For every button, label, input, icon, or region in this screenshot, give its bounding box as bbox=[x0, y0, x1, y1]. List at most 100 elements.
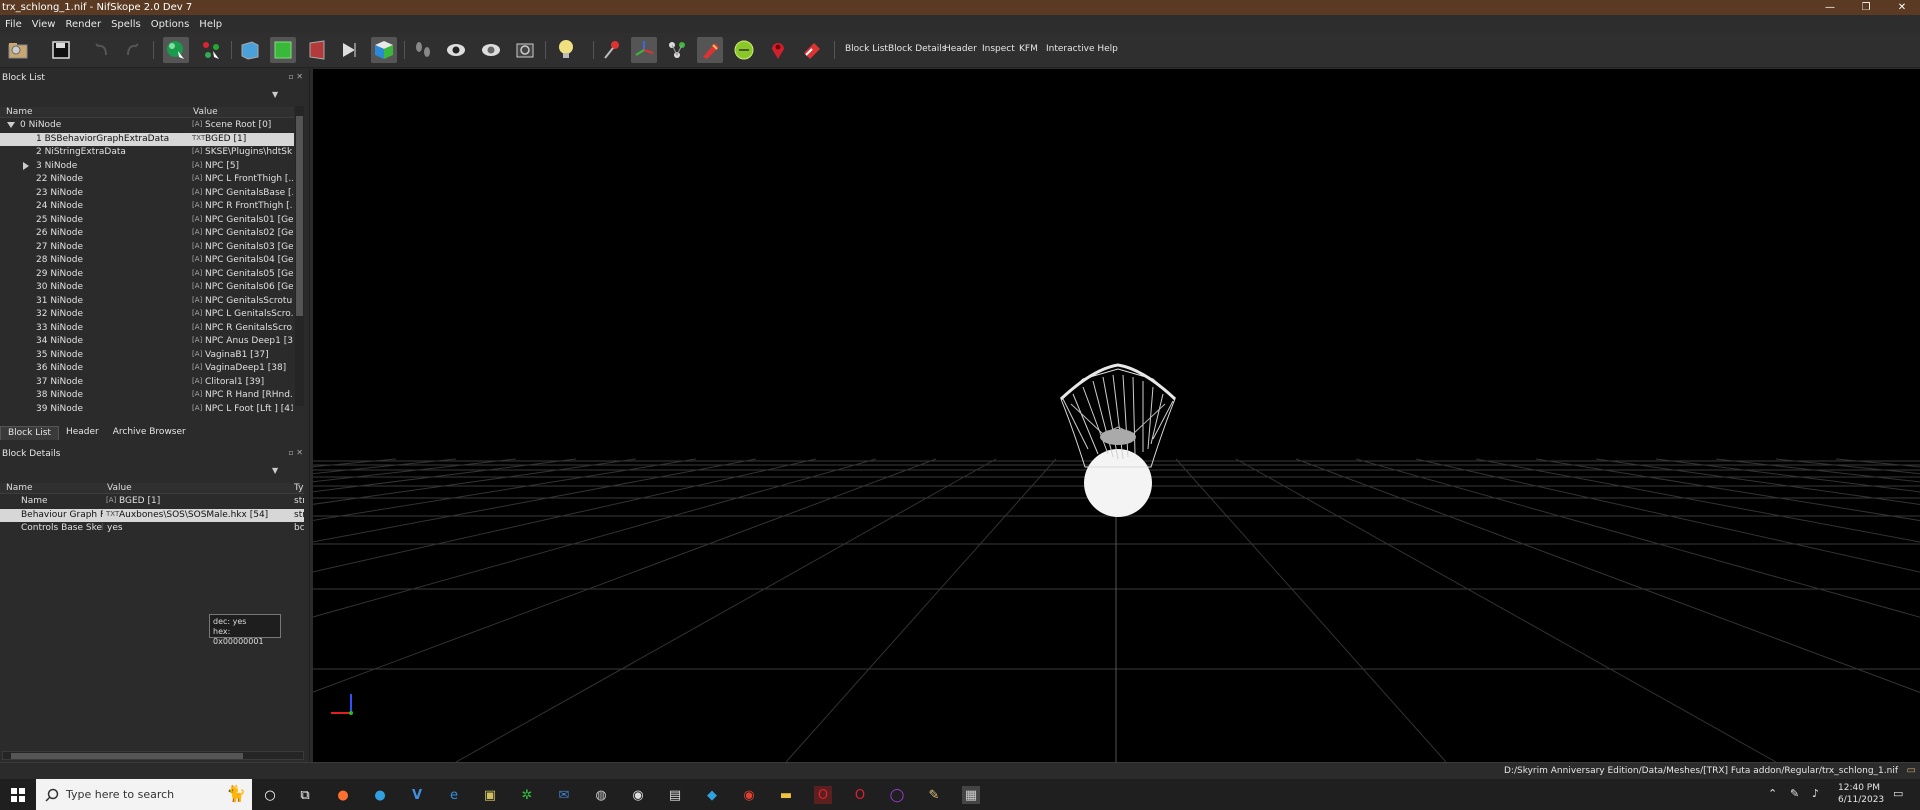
view-top-button[interactable] bbox=[270, 37, 296, 63]
show-hidden-button[interactable] bbox=[443, 37, 469, 63]
toolbar-interactive-help[interactable]: Interactive Help bbox=[1046, 44, 1118, 54]
close-button[interactable]: ✕ bbox=[1884, 0, 1920, 15]
mail-icon[interactable]: ✉ bbox=[555, 786, 573, 804]
nifskope-icon[interactable]: ▦ bbox=[962, 786, 980, 804]
save-button[interactable] bbox=[48, 37, 74, 63]
detail-value[interactable]: yes bbox=[107, 523, 277, 533]
toolbar-kfm[interactable]: KFM bbox=[1019, 44, 1038, 54]
toolbar-inspect[interactable]: Inspect bbox=[982, 44, 1015, 54]
block-list-dock-buttons[interactable]: ▫ ✕ bbox=[288, 72, 303, 81]
block-row[interactable]: 33 NiNode [A] NPC R GenitalsScro... bbox=[0, 322, 294, 336]
block-row[interactable]: 34 NiNode [A] NPC Anus Deep1 [36] bbox=[0, 335, 294, 349]
menu-file[interactable]: File bbox=[0, 19, 27, 30]
block-row[interactable]: 35 NiNode [A] VaginaB1 [37] bbox=[0, 349, 294, 363]
block-row[interactable]: 1 BSBehaviorGraphExtraData TXT BGED [1] bbox=[0, 132, 294, 146]
start-button[interactable] bbox=[9, 786, 27, 804]
block-row[interactable]: 38 NiNode [A] NPC R Hand [RHnd... bbox=[0, 389, 294, 403]
collapsed-arrow-icon[interactable] bbox=[23, 161, 29, 170]
store-icon[interactable]: ▤ bbox=[666, 786, 684, 804]
steam-icon[interactable]: ◉ bbox=[629, 786, 647, 804]
block-row[interactable]: 0 NiNode [A] Scene Root [0] bbox=[0, 119, 294, 133]
block-details-dock-buttons[interactable]: ▫ ✕ bbox=[288, 448, 303, 457]
block-row[interactable]: 24 NiNode [A] NPC R FrontThigh [... bbox=[0, 200, 294, 214]
col-name[interactable]: Name bbox=[6, 107, 33, 117]
minimize-button[interactable]: — bbox=[1812, 0, 1848, 15]
open-file-button[interactable] bbox=[6, 37, 32, 63]
menu-options[interactable]: Options bbox=[146, 19, 195, 30]
menu-spells[interactable]: Spells bbox=[106, 19, 146, 30]
block-row[interactable]: 3 NiNode [A] NPC [5] bbox=[0, 160, 294, 174]
taskbar-search[interactable]: Type here to search 🐈 bbox=[36, 779, 252, 810]
block-row[interactable]: 31 NiNode [A] NPC GenitalsScrotu... bbox=[0, 295, 294, 309]
block-row[interactable]: 27 NiNode [A] NPC Genitals03 [Ge... bbox=[0, 241, 294, 255]
block-row[interactable]: 22 NiNode [A] NPC L FrontThigh [... bbox=[0, 173, 294, 187]
vortex-icon[interactable]: V bbox=[408, 786, 426, 804]
tab-block-list[interactable]: Block List bbox=[0, 426, 59, 440]
view-front-button[interactable] bbox=[236, 37, 262, 63]
task-view-icon[interactable]: ⧉ bbox=[296, 786, 314, 804]
block-list-scrollbar[interactable] bbox=[295, 106, 304, 406]
render-viewport[interactable] bbox=[313, 69, 1920, 762]
block-row[interactable]: 25 NiNode [A] NPC Genitals01 [Ge... bbox=[0, 214, 294, 228]
edge-icon[interactable]: ● bbox=[371, 786, 389, 804]
vpn-icon[interactable]: ◍ bbox=[592, 786, 610, 804]
maximize-button[interactable]: ❐ bbox=[1848, 0, 1884, 15]
tray-expand-icon[interactable]: ⌃ bbox=[1768, 787, 1777, 800]
details-col-name[interactable]: Name bbox=[6, 483, 33, 493]
menu-view[interactable]: View bbox=[27, 19, 61, 30]
show-nodes-button[interactable] bbox=[631, 37, 657, 63]
menu-render[interactable]: Render bbox=[60, 19, 106, 30]
tab-archive-browser[interactable]: Archive Browser bbox=[106, 426, 193, 440]
details-col-value[interactable]: Value bbox=[107, 483, 132, 493]
toolbar-block-list[interactable]: Block List bbox=[845, 44, 888, 54]
chat-icon[interactable]: ◆ bbox=[703, 786, 721, 804]
clock-time[interactable]: 12:40 PM bbox=[1838, 783, 1880, 793]
block-row[interactable]: 36 NiNode [A] VaginaDeep1 [38] bbox=[0, 362, 294, 376]
notifications-icon[interactable]: ▭ bbox=[1893, 787, 1903, 800]
block-row[interactable]: 32 NiNode [A] NPC L GenitalsScro... bbox=[0, 308, 294, 322]
tor-icon[interactable]: ◯ bbox=[888, 786, 906, 804]
xbox-icon[interactable]: ✲ bbox=[518, 786, 536, 804]
creation-kit-icon[interactable]: ✎ bbox=[925, 786, 943, 804]
detail-row[interactable]: Controls Base Skel... yes bc bbox=[0, 522, 304, 536]
tab-header[interactable]: Header bbox=[59, 426, 106, 440]
cortana-icon[interactable]: ○ bbox=[261, 786, 279, 804]
col-value[interactable]: Value bbox=[193, 107, 218, 117]
ie-icon[interactable]: e bbox=[445, 786, 463, 804]
clock-date[interactable]: 6/11/2023 bbox=[1838, 795, 1884, 805]
detail-value[interactable]: BGED [1] bbox=[119, 496, 289, 506]
show-axes-button[interactable] bbox=[599, 37, 625, 63]
block-row[interactable]: 30 NiNode [A] NPC Genitals06 [Ge... bbox=[0, 281, 294, 295]
toolbar-header[interactable]: Header bbox=[944, 44, 977, 54]
block-row[interactable]: 39 NiNode [A] NPC L Foot [Lft ] [41] bbox=[0, 403, 294, 417]
expand-arrow-icon[interactable] bbox=[7, 122, 15, 128]
view-side-button[interactable] bbox=[304, 37, 330, 63]
show-constraints-button[interactable] bbox=[664, 37, 690, 63]
block-row[interactable]: 26 NiNode [A] NPC Genitals02 [Ge... bbox=[0, 227, 294, 241]
lighting-button[interactable] bbox=[553, 37, 579, 63]
details-hscrollbar[interactable] bbox=[2, 751, 304, 760]
block-row[interactable]: 37 NiNode [A] Clitoral1 [39] bbox=[0, 376, 294, 390]
opera-icon[interactable]: O bbox=[851, 786, 869, 804]
menu-help[interactable]: Help bbox=[194, 19, 227, 30]
app-icon[interactable]: ▣ bbox=[481, 786, 499, 804]
detail-row[interactable]: Name [A]BGED [1] str bbox=[0, 495, 304, 509]
firefox-icon[interactable]: ● bbox=[334, 786, 352, 804]
block-row[interactable]: 23 NiNode [A] NPC GenitalsBase [... bbox=[0, 187, 294, 201]
mesh-model[interactable] bbox=[313, 69, 1920, 762]
show-furniture-button[interactable] bbox=[765, 37, 791, 63]
network-icon[interactable]: ✎ bbox=[1790, 787, 1799, 800]
details-col-type[interactable]: Ty bbox=[294, 483, 303, 493]
volume-icon[interactable]: ♪ bbox=[1812, 787, 1819, 800]
file-explorer-icon[interactable]: ▬ bbox=[777, 786, 795, 804]
toolbar-block-details[interactable]: Block Details bbox=[888, 44, 946, 54]
redo-button[interactable] bbox=[120, 37, 146, 63]
detail-value[interactable]: Auxbones\SOS\SOSMale.hkx [54] bbox=[119, 510, 289, 520]
block-row[interactable]: 2 NiStringExtraData [A] SKSE\Plugins\hdtSk… bbox=[0, 146, 294, 160]
show-havok-button[interactable] bbox=[731, 37, 757, 63]
screenshot-button[interactable] bbox=[512, 37, 538, 63]
detail-row[interactable]: Behaviour Graph FileTXTAuxbones\SOS\SOSM… bbox=[0, 508, 304, 522]
undo-button[interactable] bbox=[88, 37, 114, 63]
chrome-icon[interactable]: ◉ bbox=[740, 786, 758, 804]
collapse-icon[interactable]: ▼ bbox=[272, 90, 278, 99]
